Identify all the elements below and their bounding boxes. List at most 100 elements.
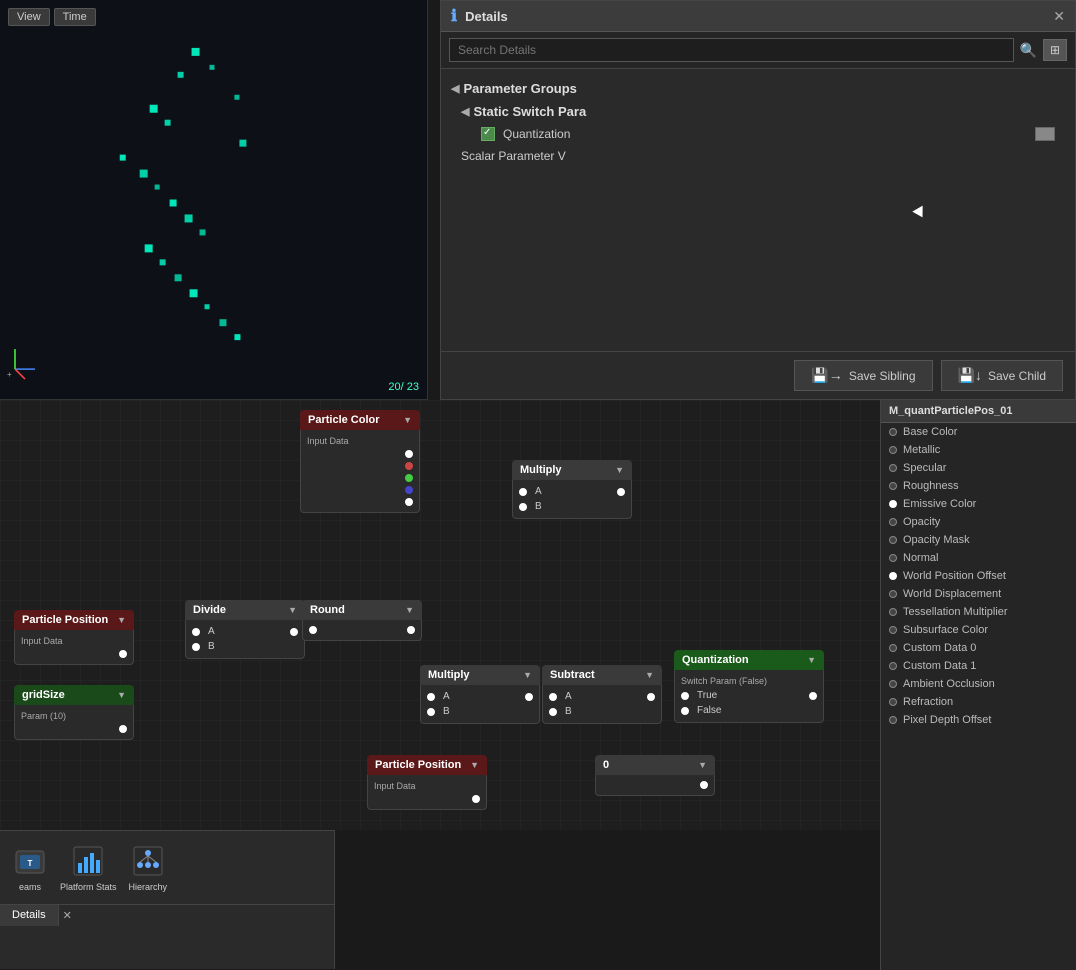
particle-pos2-body: Input Data	[367, 775, 487, 810]
alpha-pin[interactable]	[405, 498, 413, 506]
grid-view-button[interactable]: ⊞	[1043, 39, 1067, 61]
output-pin-row	[301, 448, 419, 460]
true-pin[interactable]	[681, 692, 689, 700]
round-header: Round ▼	[302, 600, 422, 620]
particle-position-node[interactable]: Particle Position ▼ Input Data	[14, 610, 134, 665]
zero-node[interactable]: 0 ▼	[595, 755, 715, 796]
details-search-bar: 🔍 ⊞	[441, 32, 1075, 69]
material-pins-list: Base ColorMetallicSpecularRoughnessEmiss…	[881, 423, 1076, 729]
pin-label: Opacity Mask	[903, 534, 970, 546]
pin-label: Pixel Depth Offset	[903, 714, 991, 726]
blue-pin[interactable]	[405, 486, 413, 494]
save-child-button[interactable]: 💾↓ Save Child	[941, 360, 1063, 391]
particle-color-body: Input Data	[300, 430, 420, 513]
pin-label: World Displacement	[903, 588, 1001, 600]
taskbar-icons: T eams Platform Stats	[0, 831, 334, 904]
pin-dot	[889, 698, 897, 706]
pin-label: World Position Offset	[903, 570, 1006, 582]
pin-label: Tessellation Multiplier	[903, 606, 1008, 618]
input-pin-a[interactable]	[427, 693, 435, 701]
input-pin[interactable]	[309, 626, 317, 634]
subtract-header: Subtract ▼	[542, 665, 662, 685]
output-pin[interactable]	[617, 488, 625, 496]
pin-label: Roughness	[903, 480, 959, 492]
details-close-button[interactable]: ✕	[1053, 8, 1065, 25]
material-pin-row: Ambient Occlusion	[881, 675, 1076, 693]
subtract-node[interactable]: Subtract ▼ A B	[542, 665, 662, 724]
particle-visualization: +	[0, 0, 427, 399]
subtract-body: A B	[542, 685, 662, 724]
pin-dot	[889, 482, 897, 490]
details-titlebar: ℹ Details ✕	[441, 1, 1075, 32]
input-pin-b[interactable]	[519, 503, 527, 511]
output-pin[interactable]	[809, 692, 817, 700]
material-panel-header: M_quantParticlePos_01	[881, 400, 1076, 423]
material-pin-row: Metallic	[881, 441, 1076, 459]
output-pin[interactable]	[525, 693, 533, 701]
particle-color-node[interactable]: Particle Color ▼ Input Data	[300, 410, 420, 513]
divide-header: Divide ▼	[185, 600, 305, 620]
details-footer: 💾→ Save Sibling 💾↓ Save Child	[441, 351, 1075, 399]
input-pin-a[interactable]	[192, 628, 200, 636]
material-pin-row: Normal	[881, 549, 1076, 567]
pin-dot	[889, 590, 897, 598]
input-pin-a[interactable]	[549, 693, 557, 701]
multiply-top-body: A B	[512, 480, 632, 519]
static-switch-section: ◀ Static Switch Para	[441, 100, 1075, 123]
node-graph[interactable]: Particle Color ▼ Input Data	[0, 400, 880, 830]
pin-dot	[889, 716, 897, 724]
pin-label: Specular	[903, 462, 946, 474]
viewport: View Time + 20/ 23	[0, 0, 428, 400]
pin-label: Subsurface Color	[903, 624, 988, 636]
input-pin-b[interactable]	[427, 708, 435, 716]
pin-dot	[889, 536, 897, 544]
viewport-counter: 20/ 23	[388, 381, 419, 393]
info-icon: ℹ	[451, 6, 457, 26]
output-pin[interactable]	[119, 650, 127, 658]
hierarchy-button[interactable]: Hierarchy	[125, 839, 172, 896]
multiply-top-node[interactable]: Multiply ▼ A B	[512, 460, 632, 519]
gridsize-body: Param (10)	[14, 705, 134, 740]
pin-label: Custom Data 0	[903, 642, 976, 654]
input-pin-b[interactable]	[549, 708, 557, 716]
platform-stats-button[interactable]: Platform Stats	[56, 839, 121, 896]
hierarchy-icon	[130, 843, 166, 879]
output-pin[interactable]	[119, 725, 127, 733]
quantization-checkbox[interactable]	[481, 127, 495, 141]
taskbar-tabs: Details ✕	[0, 904, 334, 926]
output-pin[interactable]	[647, 693, 655, 701]
output-pin[interactable]	[407, 626, 415, 634]
particle-position-2-node[interactable]: Particle Position ▼ Input Data	[367, 755, 487, 810]
multiply-mid-node[interactable]: Multiply ▼ A B	[420, 665, 540, 724]
red-pin[interactable]	[405, 462, 413, 470]
quantization-param-row: Quantization	[441, 123, 1075, 145]
pin-dot	[889, 554, 897, 562]
pin-label: Metallic	[903, 444, 940, 456]
details-content: ◀ Parameter Groups ◀ Static Switch Para …	[441, 69, 1075, 175]
multiply-top-header: Multiply ▼	[512, 460, 632, 480]
details-tab[interactable]: Details	[0, 905, 59, 926]
output-pin[interactable]	[405, 450, 413, 458]
teams-icon-button[interactable]: T eams	[8, 839, 52, 896]
material-pin-row: World Position Offset	[881, 567, 1076, 585]
pin-dot	[889, 428, 897, 436]
input-pin-a[interactable]	[519, 488, 527, 496]
round-node[interactable]: Round ▼	[302, 600, 422, 641]
quantization-color[interactable]	[1035, 127, 1055, 141]
pin-label: Refraction	[903, 696, 953, 708]
save-sibling-button[interactable]: 💾→ Save Sibling	[794, 360, 932, 391]
particle-pos-header: Particle Position ▼	[14, 610, 134, 630]
search-input[interactable]	[449, 38, 1014, 62]
gridsize-node[interactable]: gridSize ▼ Param (10)	[14, 685, 134, 740]
divide-node[interactable]: Divide ▼ A B	[185, 600, 305, 659]
output-pin[interactable]	[290, 628, 298, 636]
quantization-node[interactable]: Quantization ▼ Switch Param (False) True…	[674, 650, 824, 723]
tab-close-button[interactable]: ✕	[63, 909, 72, 922]
false-pin[interactable]	[681, 707, 689, 715]
green-pin[interactable]	[405, 474, 413, 482]
save-child-icon: 💾↓	[958, 367, 982, 384]
input-pin-b[interactable]	[192, 643, 200, 651]
pin-dot	[889, 662, 897, 670]
output-pin[interactable]	[472, 795, 480, 803]
output-pin[interactable]	[700, 781, 708, 789]
